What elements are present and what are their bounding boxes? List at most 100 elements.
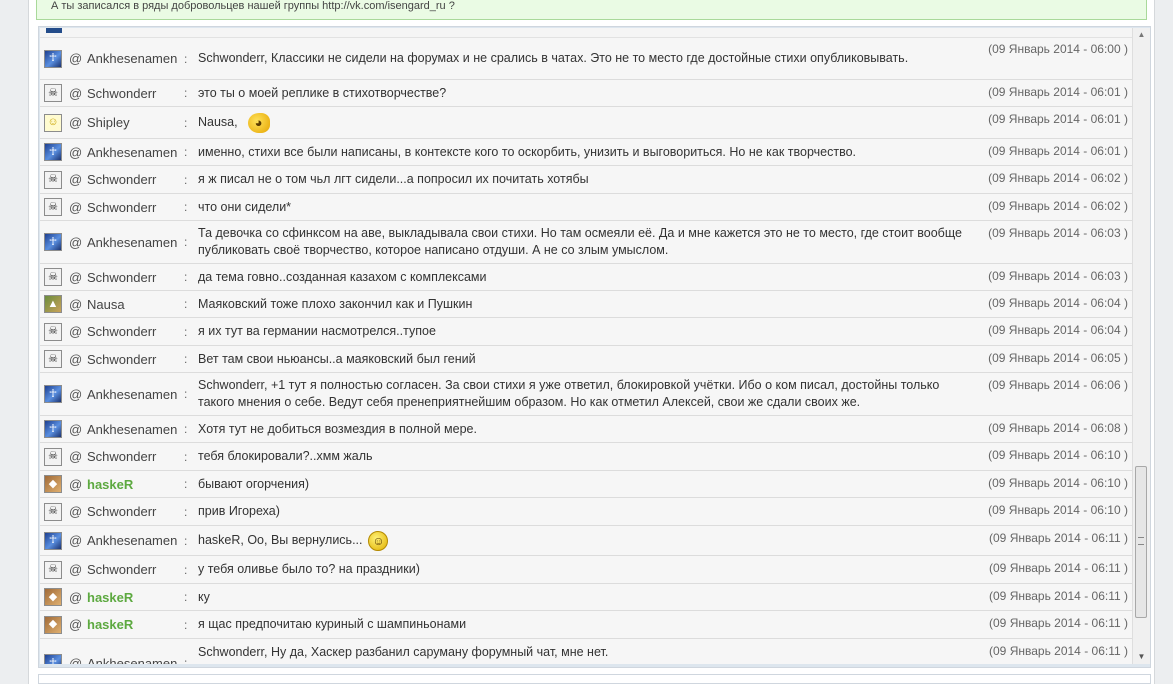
chat-message-row: ☠ @ Schwonderr : Вет там свои ньюансы..а… (40, 346, 1132, 373)
separator: : (184, 297, 188, 311)
separator: : (184, 172, 188, 187)
skull-avatar-icon[interactable]: ☠ (44, 447, 62, 466)
mention-button[interactable]: @ (69, 562, 87, 577)
mention-button[interactable]: @ (69, 590, 87, 605)
separator: : (184, 422, 188, 436)
message-text: Хотя тут не добиться возмездия в полной … (198, 421, 477, 436)
skull-avatar-icon[interactable]: ☠ (44, 502, 62, 521)
ankh-avatar-icon[interactable]: ☥ (44, 143, 62, 161)
mention-button[interactable]: @ (69, 449, 87, 464)
user-nick[interactable]: Ankhesenamen (87, 387, 184, 402)
ankh-avatar-icon[interactable]: ☥ (44, 385, 62, 403)
user-nick[interactable]: Ankhesenamen (87, 656, 184, 664)
chat-input-area[interactable] (38, 674, 1151, 684)
user-nick[interactable]: haskeR (87, 590, 184, 605)
message-text: что они сидели* (198, 199, 292, 214)
user-nick[interactable]: Nausa (87, 297, 184, 312)
smiley-avatar-icon[interactable]: ☺ (44, 113, 62, 132)
chat-message-row: ☥ @ Ankhesenamen : Хотя тут не добиться … (40, 416, 1132, 443)
message-time: (09 Январь 2014 - 06:01 ) (988, 112, 1128, 126)
ankh-avatar-icon[interactable]: ☥ (44, 420, 62, 438)
skull-avatar-icon[interactable]: ☠ (44, 170, 62, 189)
message-time: (09 Январь 2014 - 06:03 ) (988, 269, 1128, 283)
message-text: я ж писал не о том чьл лгт сидели...а по… (198, 172, 589, 186)
skull-avatar-icon[interactable]: ☠ (44, 84, 62, 102)
message-content: haskeR, Оо, Вы вернулись... ☺ (198, 530, 974, 551)
user-nick[interactable]: Ankhesenamen (87, 235, 184, 250)
scrollbar-thumb[interactable] (1135, 466, 1147, 618)
user-nick[interactable]: haskeR (87, 617, 184, 632)
mention-button[interactable]: @ (69, 200, 87, 215)
mention-button[interactable]: @ (69, 145, 87, 160)
user-nick[interactable]: Schwonderr (87, 86, 184, 101)
separator: : (184, 590, 188, 604)
message-text: ку (198, 589, 210, 604)
chat-message-list[interactable]: ☥ @ Ankhesenamen : Schwonderr, Классики … (40, 28, 1132, 664)
user-nick[interactable]: Ankhesenamen (87, 145, 184, 160)
separator: : (184, 387, 188, 401)
user-nick[interactable]: Schwonderr (87, 352, 184, 367)
user-nick[interactable]: Schwonderr (87, 172, 184, 187)
mention-button[interactable]: @ (69, 235, 87, 250)
message-text: я их тут ва германии насмотрелся..тупое (198, 324, 436, 338)
mention-button[interactable]: @ (69, 86, 87, 101)
chat-message-row: ☥ @ Ankhesenamen : Schwonderr, Ну да, Ха… (40, 639, 1132, 664)
separator: : (184, 477, 188, 491)
skull-avatar-icon[interactable]: ☠ (44, 198, 62, 216)
mention-button[interactable]: @ (69, 172, 87, 187)
ankh-avatar-icon[interactable]: ☥ (44, 49, 62, 68)
chat-message-row: ☠ @ Schwonderr : прив Игореха) (09 Январ… (40, 498, 1132, 526)
user-nick[interactable]: Schwonderr (87, 324, 184, 339)
mention-button[interactable]: @ (69, 115, 87, 130)
mention-button[interactable]: @ (69, 387, 87, 402)
user-nick[interactable]: Schwonderr (87, 200, 184, 215)
user-nick[interactable]: Schwonderr (87, 449, 184, 464)
skull-avatar-icon[interactable]: ☠ (44, 560, 62, 579)
mention-button[interactable]: @ (69, 352, 87, 367)
mention-button[interactable]: @ (69, 533, 87, 548)
user-nick[interactable]: Schwonderr (87, 504, 184, 519)
fox-avatar-icon[interactable]: ◆ (44, 588, 62, 606)
mention-button[interactable]: @ (69, 617, 87, 632)
chat-message-row: ☥ @ Ankhesenamen : Та девочка со сфинксо… (40, 221, 1132, 264)
ankh-avatar-icon[interactable]: ☥ (44, 654, 62, 664)
message-time: (09 Январь 2014 - 06:08 ) (988, 421, 1128, 435)
mention-button[interactable]: @ (69, 477, 87, 492)
user-nick[interactable]: Ankhesenamen (87, 51, 184, 66)
mention-button[interactable]: @ (69, 297, 87, 312)
chat-message-row: ☠ @ Schwonderr : я ж писал не о том чьл … (40, 166, 1132, 194)
scroll-up-arrow-icon[interactable]: ▲ (1133, 28, 1150, 42)
skull-avatar-icon[interactable]: ☠ (44, 350, 62, 368)
skull-avatar-icon[interactable]: ☠ (44, 268, 62, 286)
mention-button[interactable]: @ (69, 504, 87, 519)
mention-button[interactable]: @ (69, 656, 87, 664)
separator: : (184, 235, 188, 249)
user-nick[interactable]: Shipley (87, 115, 184, 130)
mention-button[interactable]: @ (69, 270, 87, 285)
user-nick[interactable]: Schwonderr (87, 562, 184, 577)
user-nick[interactable]: Ankhesenamen (87, 533, 184, 548)
mention-button[interactable]: @ (69, 51, 87, 66)
mention-button[interactable]: @ (69, 422, 87, 437)
message-text: haskeR, Оо, Вы вернулись... (198, 533, 363, 547)
separator: : (184, 504, 188, 519)
skull-avatar-icon[interactable]: ☠ (44, 322, 62, 341)
fox-avatar-icon[interactable]: ◆ (44, 475, 62, 493)
landscape-avatar-icon[interactable]: ▲ (44, 295, 62, 313)
mention-button[interactable]: @ (69, 324, 87, 339)
message-time: (09 Январь 2014 - 06:10 ) (988, 503, 1128, 517)
user-nick[interactable]: Schwonderr (87, 270, 184, 285)
announcement-text: А ты записался в ряды добровольцев нашей… (51, 0, 455, 12)
scroll-down-arrow-icon[interactable]: ▼ (1133, 650, 1150, 664)
user-nick[interactable]: haskeR (87, 477, 184, 492)
chat-message-row: ☠ @ Schwonderr : я их тут ва германии на… (40, 318, 1132, 346)
ankh-avatar-icon[interactable]: ☥ (44, 531, 62, 550)
ankh-avatar-icon[interactable]: ☥ (44, 233, 62, 251)
chat-message-row: ☠ @ Schwonderr : что они сидели* (09 Янв… (40, 194, 1132, 221)
message-time: (09 Январь 2014 - 06:02 ) (988, 171, 1128, 185)
chat-message-row: ☺ @ Shipley : Nausa, ◕ (09 Январь 2014 -… (40, 107, 1132, 139)
message-time: (09 Январь 2014 - 06:03 ) (988, 226, 1128, 240)
fox-avatar-icon[interactable]: ◆ (44, 615, 62, 634)
chat-scrollbar[interactable]: ▲ ▼ (1132, 28, 1150, 664)
user-nick[interactable]: Ankhesenamen (87, 422, 184, 437)
